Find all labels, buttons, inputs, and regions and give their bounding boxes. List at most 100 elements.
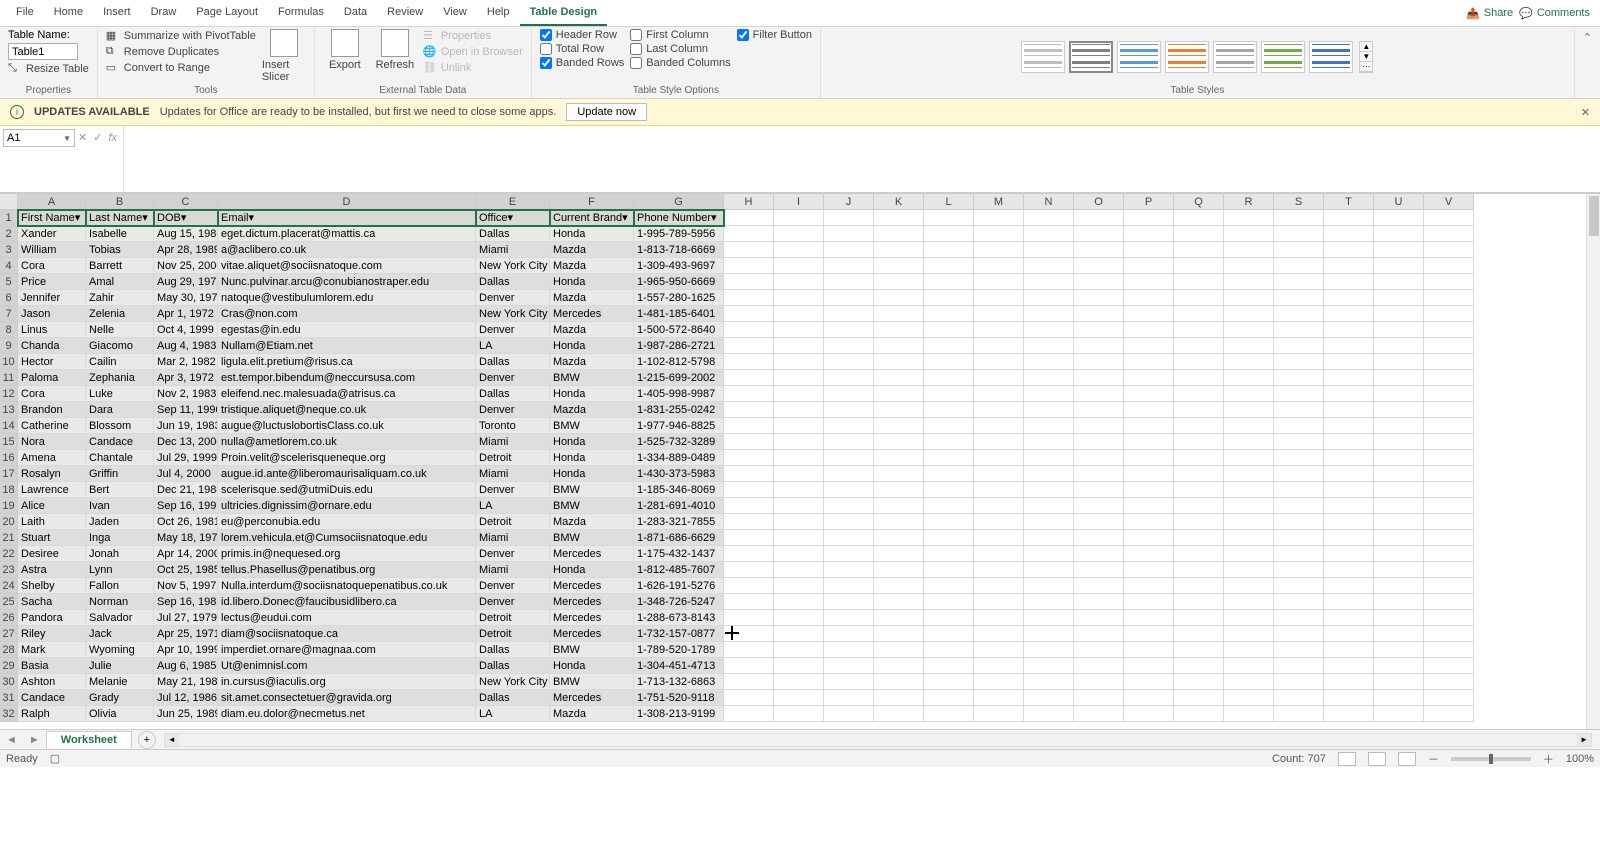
cell[interactable]: Cailin (86, 354, 154, 370)
enter-formula-button[interactable]: ✓ (93, 131, 102, 144)
cell[interactable] (1024, 322, 1074, 338)
cell[interactable] (724, 290, 774, 306)
cell[interactable] (1074, 626, 1124, 642)
cell[interactable] (1124, 226, 1174, 242)
cell[interactable] (1274, 578, 1324, 594)
cell[interactable] (1124, 466, 1174, 482)
cell[interactable] (1224, 594, 1274, 610)
cell[interactable]: Jonah (86, 546, 154, 562)
cell[interactable] (924, 514, 974, 530)
cell[interactable]: Wyoming (86, 642, 154, 658)
cell[interactable] (974, 338, 1024, 354)
cell[interactable]: Honda (550, 450, 634, 466)
cell[interactable] (1374, 626, 1424, 642)
cell[interactable]: Miami (476, 434, 550, 450)
cell[interactable]: 1-308-213-9199 (634, 706, 724, 722)
cell[interactable] (974, 658, 1024, 674)
cell[interactable] (1274, 258, 1324, 274)
cell[interactable]: lectus@eudui.com (218, 610, 476, 626)
cell[interactable]: Tobias (86, 242, 154, 258)
cell[interactable] (1124, 514, 1174, 530)
cell[interactable]: Aug 6, 1985 (154, 658, 218, 674)
cell[interactable]: Candace (18, 690, 86, 706)
cell[interactable] (724, 306, 774, 322)
cell[interactable]: Aug 15, 1988 (154, 226, 218, 242)
cell[interactable]: Laith (18, 514, 86, 530)
cell[interactable] (774, 274, 824, 290)
cell[interactable] (1274, 562, 1324, 578)
filter-dropdown-button[interactable]: ▾ (711, 211, 717, 224)
cell[interactable] (1374, 690, 1424, 706)
cell[interactable] (774, 514, 824, 530)
cell[interactable] (1074, 290, 1124, 306)
cell[interactable]: vitae.aliquet@sociisnatoque.com (218, 258, 476, 274)
row-header[interactable]: 29 (0, 658, 18, 674)
cell[interactable] (1024, 242, 1074, 258)
column-header[interactable]: M (974, 194, 1024, 210)
cell[interactable] (1174, 514, 1224, 530)
cell[interactable] (1274, 674, 1324, 690)
cell[interactable] (1424, 658, 1474, 674)
cell[interactable]: Apr 28, 1989 (154, 242, 218, 258)
cell[interactable] (924, 434, 974, 450)
cell[interactable] (1024, 258, 1074, 274)
cell[interactable]: Basia (18, 658, 86, 674)
cell[interactable] (1324, 210, 1374, 226)
cell[interactable] (1174, 658, 1224, 674)
sheet-nav-prev[interactable]: ◄ (0, 734, 23, 746)
cell[interactable] (1124, 386, 1174, 402)
cell[interactable] (1224, 386, 1274, 402)
cell[interactable] (1424, 338, 1474, 354)
cell[interactable] (1074, 370, 1124, 386)
cell[interactable] (1024, 546, 1074, 562)
cell[interactable]: 1-430-373-5983 (634, 466, 724, 482)
cell[interactable] (1374, 274, 1424, 290)
collapse-ribbon-button[interactable]: ⌃ (1575, 27, 1600, 98)
column-header[interactable]: Q (1174, 194, 1224, 210)
cell[interactable] (774, 610, 824, 626)
cell[interactable] (874, 674, 924, 690)
cell[interactable]: egestas@in.edu (218, 322, 476, 338)
cell[interactable] (824, 642, 874, 658)
cell[interactable] (1074, 434, 1124, 450)
cell[interactable] (1424, 226, 1474, 242)
cell[interactable] (1074, 706, 1124, 722)
cell[interactable]: Mercedes (550, 690, 634, 706)
cell[interactable] (874, 514, 924, 530)
cell[interactable] (1224, 434, 1274, 450)
cell[interactable]: Mazda (550, 242, 634, 258)
cell[interactable] (774, 482, 824, 498)
cell[interactable]: Dara (86, 402, 154, 418)
cell[interactable] (774, 658, 824, 674)
cell[interactable] (1424, 274, 1474, 290)
row-header[interactable]: 13 (0, 402, 18, 418)
cell[interactable] (1024, 706, 1074, 722)
filter-dropdown-button[interactable]: ▾ (181, 211, 187, 224)
cell[interactable]: Melanie (86, 674, 154, 690)
zoom-out-button[interactable]: － (1428, 751, 1439, 767)
vertical-scrollbar[interactable] (1586, 194, 1600, 729)
cell[interactable]: Mark (18, 642, 86, 658)
cell[interactable] (1224, 498, 1274, 514)
page-break-view-button[interactable] (1398, 752, 1416, 766)
cell[interactable] (1324, 546, 1374, 562)
cell[interactable] (1224, 274, 1274, 290)
cell[interactable] (1124, 626, 1174, 642)
cell[interactable] (1274, 226, 1324, 242)
column-header[interactable]: U (1374, 194, 1424, 210)
cell[interactable] (1174, 386, 1224, 402)
cell[interactable] (774, 354, 824, 370)
cell[interactable] (924, 210, 974, 226)
cell[interactable]: Amal (86, 274, 154, 290)
cell[interactable] (924, 578, 974, 594)
cell[interactable] (874, 322, 924, 338)
cell[interactable]: Miami (476, 466, 550, 482)
cell[interactable]: BMW (550, 418, 634, 434)
cell[interactable] (824, 226, 874, 242)
cell[interactable] (1274, 610, 1324, 626)
cell[interactable] (1124, 610, 1174, 626)
cell[interactable] (1274, 402, 1324, 418)
cell[interactable]: 1-309-493-9697 (634, 258, 724, 274)
cell[interactable] (1024, 402, 1074, 418)
cell[interactable] (1324, 498, 1374, 514)
